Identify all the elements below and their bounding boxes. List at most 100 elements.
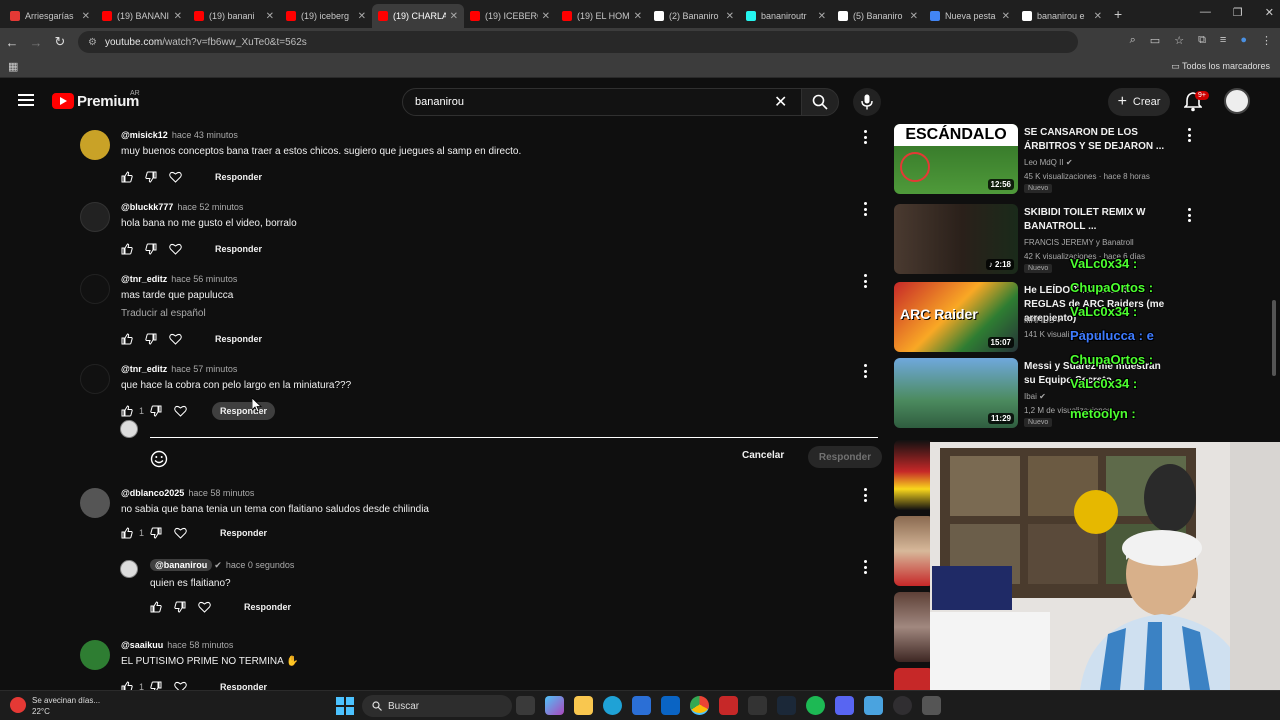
channel-name[interactable]: Leo MdQ II ✔ [1024,158,1073,167]
channel-name[interactable]: FRANCIS JEREMY y Banatroll [1024,238,1134,247]
close-tab-icon[interactable]: ✕ [358,11,366,22]
avatar[interactable] [80,202,110,232]
video-thumbnail[interactable] [894,668,934,690]
comment-time[interactable]: hace 58 minutos [167,640,233,650]
video-thumbnail[interactable]: ♪ 2:18 [894,204,1018,274]
search-input[interactable]: bananirou [402,88,802,116]
video-thumbnail[interactable]: 11:29 [894,358,1018,428]
video-title[interactable]: SE CANSARON DE LOS ÁRBITROS Y SE DEJARON… [1024,126,1174,154]
dislike-icon[interactable] [150,403,174,419]
heart-icon[interactable] [174,403,198,419]
heart-icon[interactable] [169,241,193,257]
comment-author[interactable]: @tnr_editz [121,364,167,374]
close-window-icon[interactable]: ✕ [1265,6,1274,19]
close-tab-icon[interactable]: ✕ [1094,11,1102,22]
comment-time[interactable]: hace 0 segundos [226,560,295,570]
video-thumbnail[interactable] [894,592,934,662]
close-tab-icon[interactable]: ✕ [818,11,826,22]
video-thumbnail[interactable] [894,440,934,510]
cancel-button[interactable]: Cancelar [742,450,784,461]
video-title[interactable]: SKIBIDI TOILET REMIX W BANATROLL ... [1024,206,1174,234]
comment-author[interactable]: @dblanco2025 [121,488,184,498]
bookmark-star-icon[interactable]: ☆ [1174,34,1184,47]
copilot-icon[interactable] [545,696,564,715]
chrome-icon[interactable] [690,696,709,715]
reply-button[interactable]: Responder [212,524,275,542]
video-thumbnail[interactable] [894,516,934,586]
site-info-icon[interactable]: ⚙ [88,37,97,48]
close-tab-icon[interactable]: ✕ [174,11,182,22]
dislike-icon[interactable] [145,241,169,257]
translate-link[interactable]: Traducir al español [121,308,206,319]
dislike-icon[interactable] [145,331,169,347]
zoom-icon[interactable]: ⌕ [1130,34,1136,47]
browser-tab[interactable]: Nueva pesta ✕ [924,4,1016,28]
more-options-icon[interactable] [1184,208,1194,222]
outlook-icon[interactable] [661,696,680,715]
comment-author[interactable]: @saaikuu [121,640,163,650]
avatar[interactable] [80,488,110,518]
comment-time[interactable]: hace 57 minutos [171,364,237,374]
close-tab-icon[interactable]: ✕ [634,11,642,22]
browser-tab[interactable]: bananirou e ✕ [1016,4,1108,28]
submit-reply-button[interactable]: Responder [808,446,882,468]
dislike-icon[interactable] [150,525,174,541]
app-icon[interactable] [748,696,767,715]
heart-icon[interactable] [174,679,198,690]
app-icon[interactable] [719,696,738,715]
voice-search-button[interactable] [853,88,881,116]
channel-name[interactable]: MAFIUS ✔ [1024,316,1063,325]
profile-icon[interactable]: ● [1240,34,1247,47]
browser-tab[interactable]: (5) Bananiro ✕ [832,4,924,28]
store-icon[interactable] [632,696,651,715]
comment-author[interactable]: @bluckk777 [121,202,173,212]
reply-button[interactable]: Responder [207,168,270,186]
sidebar-scrollbar[interactable] [1272,300,1276,376]
dislike-icon[interactable] [174,599,198,615]
more-options-icon[interactable] [860,202,870,216]
close-tab-icon[interactable]: ✕ [450,11,458,22]
app-icon[interactable] [864,696,883,715]
heart-icon[interactable] [169,331,193,347]
all-bookmarks-button[interactable]: ▭ Todos los marcadores [1171,61,1270,72]
channel-name[interactable]: Ibai ✔ [1024,392,1046,401]
reply-input[interactable] [150,422,878,438]
dislike-icon[interactable] [150,679,174,690]
close-tab-icon[interactable]: ✕ [910,11,918,22]
youtube-logo-icon[interactable] [52,93,74,109]
task-view-icon[interactable] [516,696,535,715]
spotify-icon[interactable] [806,696,825,715]
menu-icon[interactable] [18,94,34,106]
close-tab-icon[interactable]: ✕ [542,11,550,22]
like-icon[interactable] [150,599,174,615]
comment-author[interactable]: @tnr_editz [121,274,167,284]
new-tab-button[interactable]: + [1114,6,1122,22]
reply-button[interactable]: Responder [236,598,299,616]
more-options-icon[interactable] [860,560,870,574]
apps-grid-icon[interactable]: ▦ [8,60,18,73]
reply-button[interactable]: Responder [212,402,276,420]
avatar[interactable] [80,640,110,670]
recommended-video[interactable]: ESCÁNDALO 12:56 SE CANSARON DE LOS ÁRBIT… [894,124,1194,196]
avatar[interactable] [120,560,138,578]
reply-button[interactable]: Responder [207,330,270,348]
emoji-icon[interactable] [150,450,168,468]
weather-widget[interactable]: Se avecinan días... 22°C [10,695,100,717]
close-tab-icon[interactable]: ✕ [1002,11,1010,22]
steam-icon[interactable] [777,696,796,715]
browser-tab[interactable]: (19) iceberg ✕ [280,4,372,28]
comment-time[interactable]: hace 43 minutos [172,130,238,140]
browser-tab[interactable]: (19) ICEBERG ✕ [464,4,556,28]
forward-icon[interactable]: → [24,35,48,50]
video-thumbnail[interactable]: ARC Raider 15:07 [894,282,1018,352]
clear-search-icon[interactable]: ✕ [774,92,787,112]
more-options-icon[interactable] [1184,128,1194,142]
reload-icon[interactable]: ↻ [48,34,72,50]
like-icon[interactable] [121,169,145,185]
comment-author[interactable]: @misick12 [121,130,168,140]
more-options-icon[interactable] [860,364,870,378]
avatar[interactable] [80,130,110,160]
taskbar-search-input[interactable]: Buscar [362,695,512,717]
video-thumbnail[interactable]: ESCÁNDALO 12:56 [894,124,1018,194]
more-options-icon[interactable] [860,488,870,502]
